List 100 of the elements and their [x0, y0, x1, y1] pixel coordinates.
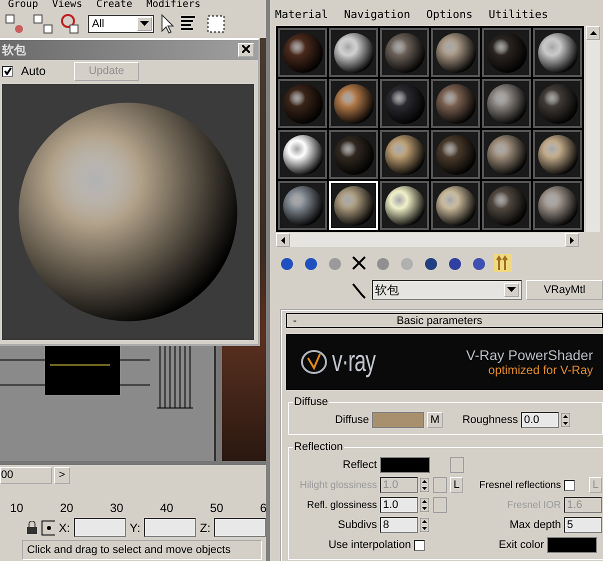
tick-label: 30: [110, 501, 124, 515]
coordinate-field[interactable]: [74, 518, 126, 537]
axis-label: Z:: [200, 520, 210, 534]
sphere-sample: [486, 184, 528, 226]
material-slot[interactable]: [431, 181, 480, 230]
banner-title: V-Ray PowerShader: [466, 347, 593, 363]
scroll-up-icon[interactable]: [590, 31, 596, 35]
logo-text: v·ray: [332, 345, 376, 379]
field-label: Diffuse: [334, 414, 369, 426]
go-parent-icon[interactable]: [494, 254, 512, 272]
field-label: Max depth: [510, 519, 561, 531]
rollout-header[interactable]: - Basic parameters: [286, 313, 603, 328]
next-frame-button[interactable]: >: [54, 466, 70, 484]
material-slot[interactable]: [533, 28, 582, 77]
number-field[interactable]: 5: [564, 517, 602, 533]
field-label: Hilight glossiness: [300, 480, 377, 490]
cursor-icon[interactable]: [160, 14, 174, 34]
map-button[interactable]: M: [427, 412, 443, 428]
transform-mode-icon[interactable]: [40, 520, 55, 536]
selection-filter-dropdown[interactable]: All: [88, 15, 154, 33]
close-button[interactable]: [238, 43, 254, 57]
coordinate-field[interactable]: [144, 518, 196, 537]
sphere-sample: [384, 82, 426, 124]
sphere-sample: [332, 184, 374, 226]
sphere-sample: [536, 184, 578, 226]
sphere-sample: [486, 134, 528, 176]
menu-item[interactable]: Options: [426, 9, 473, 21]
material-slot[interactable]: [329, 79, 378, 128]
tick-label: 50: [210, 501, 224, 515]
sphere-sample: [536, 134, 578, 176]
coordinate-field[interactable]: [214, 518, 266, 537]
color-swatch[interactable]: [372, 412, 424, 428]
tick-label: 10: [10, 501, 24, 515]
number-field[interactable]: 1.0: [380, 497, 418, 513]
region-select-icon[interactable]: [206, 14, 226, 34]
spinner-arrows-icon[interactable]: [420, 498, 429, 512]
menu-item[interactable]: Utilities: [488, 9, 548, 21]
number-field[interactable]: 8: [380, 517, 418, 533]
group-title: Diffuse: [293, 396, 330, 408]
field-label: Refl. glossiness: [306, 500, 377, 510]
field-label: Fresnel reflections: [479, 480, 561, 490]
fresnel-checkbox[interactable]: [564, 480, 575, 490]
banner-subtitle: optimized for V-Ray: [488, 363, 593, 377]
frame-field[interactable]: 00: [0, 466, 52, 484]
sphere-sample: [384, 32, 426, 74]
spinner-arrows-icon[interactable]: [561, 413, 570, 427]
menu-item[interactable]: Material: [275, 9, 328, 21]
material-slot[interactable]: [380, 181, 429, 230]
sphere-sample: [486, 32, 528, 74]
menu-item[interactable]: Navigation: [344, 9, 410, 21]
color-swatch[interactable]: [547, 537, 597, 553]
field-label: Roughness: [462, 414, 518, 426]
spinner-arrows-icon[interactable]: [420, 478, 429, 492]
material-slot[interactable]: [431, 79, 480, 128]
material-slot[interactable]: [482, 79, 531, 128]
lock-icon[interactable]: [26, 520, 37, 534]
field-label: Reflect: [342, 459, 377, 471]
axis-label: X:: [58, 520, 70, 534]
field-label: Exit color: [498, 539, 544, 551]
material-slot[interactable]: [482, 130, 531, 179]
scroll-right-icon[interactable]: [570, 236, 574, 244]
scrollbar[interactable]: [586, 26, 600, 232]
scrollbar[interactable]: [276, 233, 579, 247]
material-slot[interactable]: [278, 181, 327, 230]
dropdown-arrow-icon[interactable]: [507, 287, 516, 293]
number-field[interactable]: 0.0: [521, 412, 559, 428]
sphere-sample: [486, 82, 528, 124]
sphere-sample: [434, 184, 476, 226]
material-slot[interactable]: [380, 130, 429, 179]
material-slot[interactable]: [278, 130, 327, 179]
material-slot[interactable]: [533, 130, 582, 179]
material-slot[interactable]: [482, 181, 531, 230]
sphere-sample: [434, 32, 476, 74]
auto-checkbox[interactable]: [2, 66, 13, 76]
material-slot[interactable]: [431, 28, 480, 77]
scroll-left-icon[interactable]: [281, 236, 285, 244]
interpolation-checkbox[interactable]: [414, 540, 425, 550]
sphere-sample: [282, 184, 324, 226]
sphere-sample: [434, 134, 476, 176]
sphere-sample: [536, 82, 578, 124]
material-slot[interactable]: [329, 28, 378, 77]
sphere-sample: [332, 134, 374, 176]
field-label: Use interpolation: [328, 539, 411, 551]
material-slot[interactable]: [533, 181, 582, 230]
sphere-sample: [282, 32, 324, 74]
tick-label: 20: [60, 501, 74, 515]
sphere-sample: [434, 82, 476, 124]
sphere-sample: [536, 32, 578, 74]
material-type-button[interactable]: VRayMtl: [526, 280, 603, 300]
logo-icon: [300, 348, 328, 376]
dropdown-arrow-icon[interactable]: [140, 21, 149, 27]
axis-label: Y:: [130, 520, 140, 534]
sphere-sample: [282, 134, 324, 176]
sphere-sample: [332, 32, 374, 74]
material-slot[interactable]: [380, 28, 429, 77]
close-icon: [242, 45, 250, 53]
spinner-arrows-icon[interactable]: [420, 518, 429, 532]
material-name-dropdown[interactable]: 软包: [372, 280, 522, 300]
delete-icon[interactable]: [350, 254, 368, 272]
color-swatch[interactable]: [380, 457, 430, 473]
